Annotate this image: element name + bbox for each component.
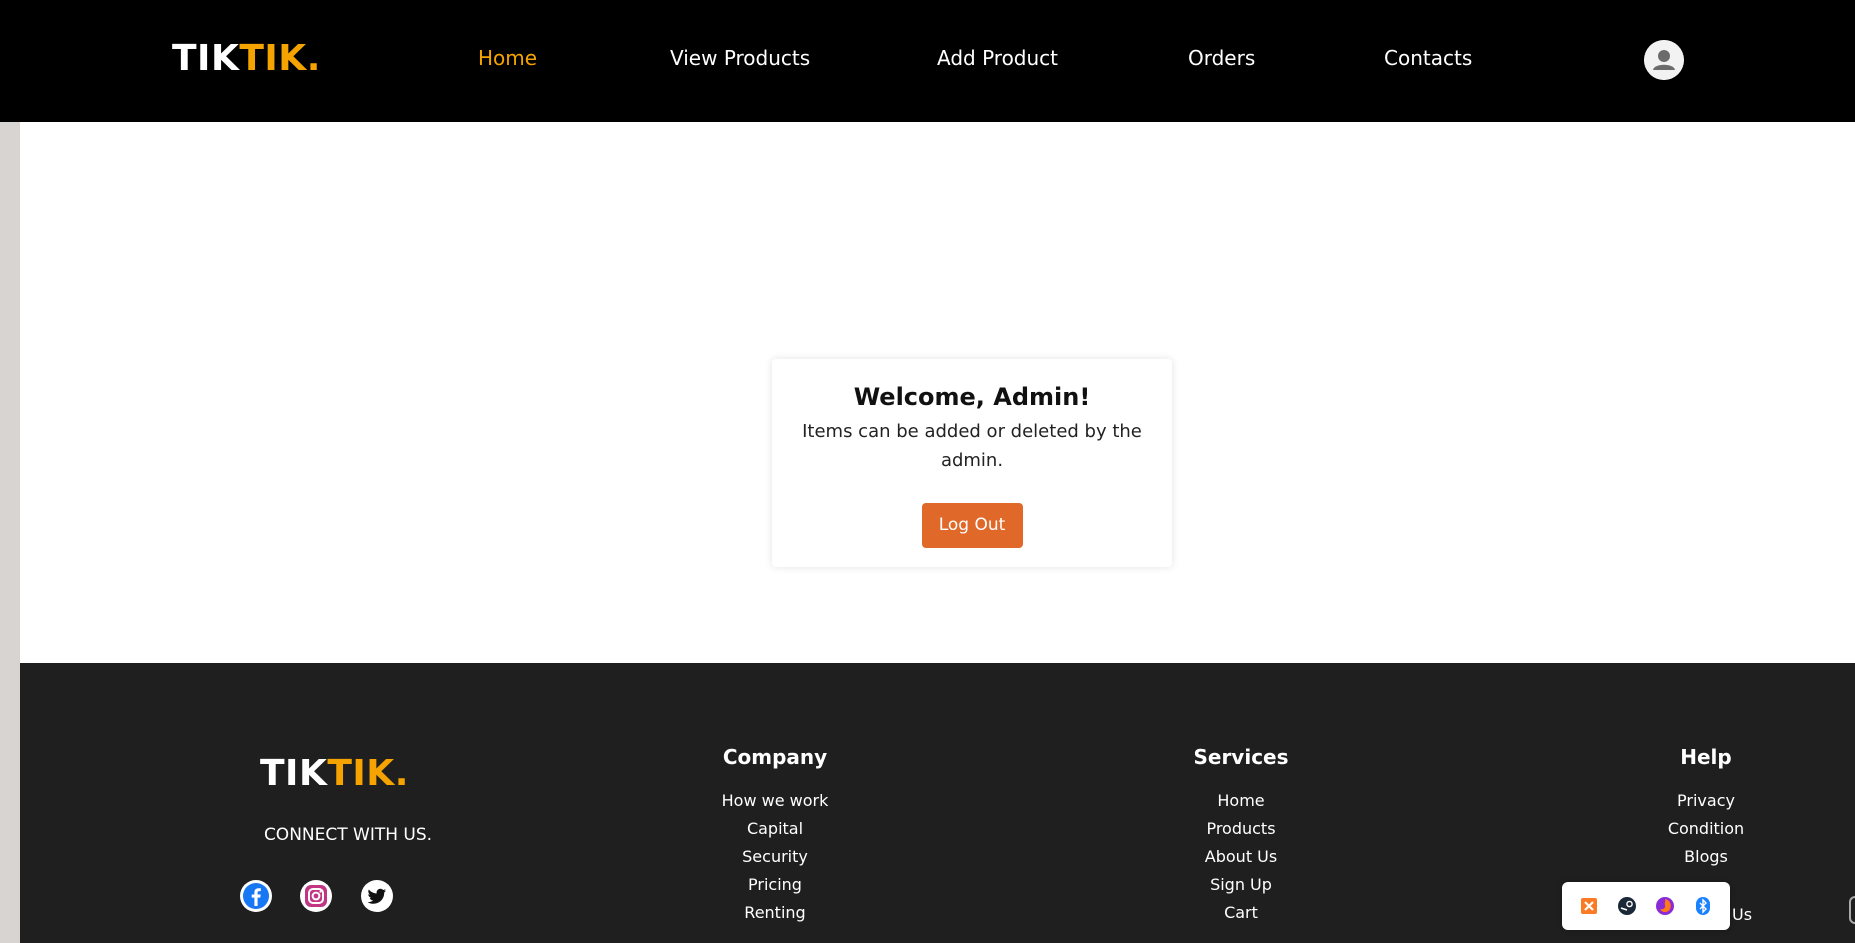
brand-logo[interactable]: TIKTIK. bbox=[172, 38, 321, 79]
footer-link-how-we-work[interactable]: How we work bbox=[665, 787, 885, 815]
system-tray-popup bbox=[1562, 882, 1730, 930]
brand-logo-part1: TIK bbox=[172, 38, 240, 79]
user-avatar-icon[interactable] bbox=[1644, 40, 1684, 80]
footer-logo[interactable]: TIKTIK. bbox=[260, 753, 409, 794]
welcome-text: Items can be added or deleted by the adm… bbox=[802, 421, 1142, 471]
welcome-card: Welcome, Admin! Items can be added or de… bbox=[772, 359, 1172, 567]
logout-button[interactable]: Log Out bbox=[921, 503, 1023, 548]
footer-link-cart[interactable]: Cart bbox=[1131, 899, 1351, 927]
nav-add-product[interactable]: Add Product bbox=[937, 46, 1058, 70]
nav-view-products[interactable]: View Products bbox=[670, 46, 810, 70]
footer-link-capital[interactable]: Capital bbox=[665, 815, 885, 843]
steam-icon[interactable] bbox=[1617, 896, 1637, 916]
footer-column-company: Company How we work Capital Security Pri… bbox=[665, 745, 885, 927]
nav-orders[interactable]: Orders bbox=[1188, 46, 1255, 70]
footer-link-sign-up[interactable]: Sign Up bbox=[1131, 871, 1351, 899]
footer-column-title: Services bbox=[1193, 745, 1289, 769]
footer-link-renting[interactable]: Renting bbox=[665, 899, 885, 927]
footer-column-title: Company bbox=[722, 745, 828, 769]
facebook-icon[interactable] bbox=[239, 879, 273, 913]
footer-column-title: Help bbox=[1680, 745, 1732, 769]
header: TIKTIK. Home View Products Add Product O… bbox=[0, 0, 1855, 122]
instagram-icon[interactable] bbox=[299, 879, 333, 913]
edge-scroll-indicator bbox=[1849, 896, 1855, 924]
footer-link-security[interactable]: Security bbox=[665, 843, 885, 871]
bluetooth-icon[interactable] bbox=[1693, 896, 1713, 916]
footer-logo-part2: TIK. bbox=[327, 753, 409, 794]
nav-home[interactable]: Home bbox=[478, 46, 537, 70]
footer-link-partial[interactable]: Us bbox=[1732, 905, 1752, 924]
footer-column-services: Services Home Products About Us Sign Up … bbox=[1131, 745, 1351, 927]
footer-logo-part1: TIK bbox=[260, 753, 328, 794]
footer-link-condition[interactable]: Condition bbox=[1596, 815, 1816, 843]
xampp-icon[interactable] bbox=[1579, 896, 1599, 916]
nav-contacts[interactable]: Contacts bbox=[1384, 46, 1472, 70]
page: TIKTIK. Home View Products Add Product O… bbox=[0, 0, 1855, 943]
footer-link-home[interactable]: Home bbox=[1131, 787, 1351, 815]
twitter-icon[interactable] bbox=[360, 879, 394, 913]
footer-link-products[interactable]: Products bbox=[1131, 815, 1351, 843]
footer-column-help: Help Privacy Condition Blogs bbox=[1596, 745, 1816, 871]
footer-link-about-us[interactable]: About Us bbox=[1131, 843, 1351, 871]
left-edge-strip bbox=[0, 0, 20, 943]
firefox-icon[interactable] bbox=[1655, 896, 1675, 916]
footer-link-blogs[interactable]: Blogs bbox=[1596, 843, 1816, 871]
main-content: Welcome, Admin! Items can be added or de… bbox=[20, 122, 1855, 663]
brand-logo-part2: TIK. bbox=[239, 38, 321, 79]
footer-link-privacy[interactable]: Privacy bbox=[1596, 787, 1816, 815]
footer-link-pricing[interactable]: Pricing bbox=[665, 871, 885, 899]
connect-label: CONNECT WITH US. bbox=[263, 825, 433, 845]
welcome-title: Welcome, Admin! bbox=[853, 383, 1091, 411]
